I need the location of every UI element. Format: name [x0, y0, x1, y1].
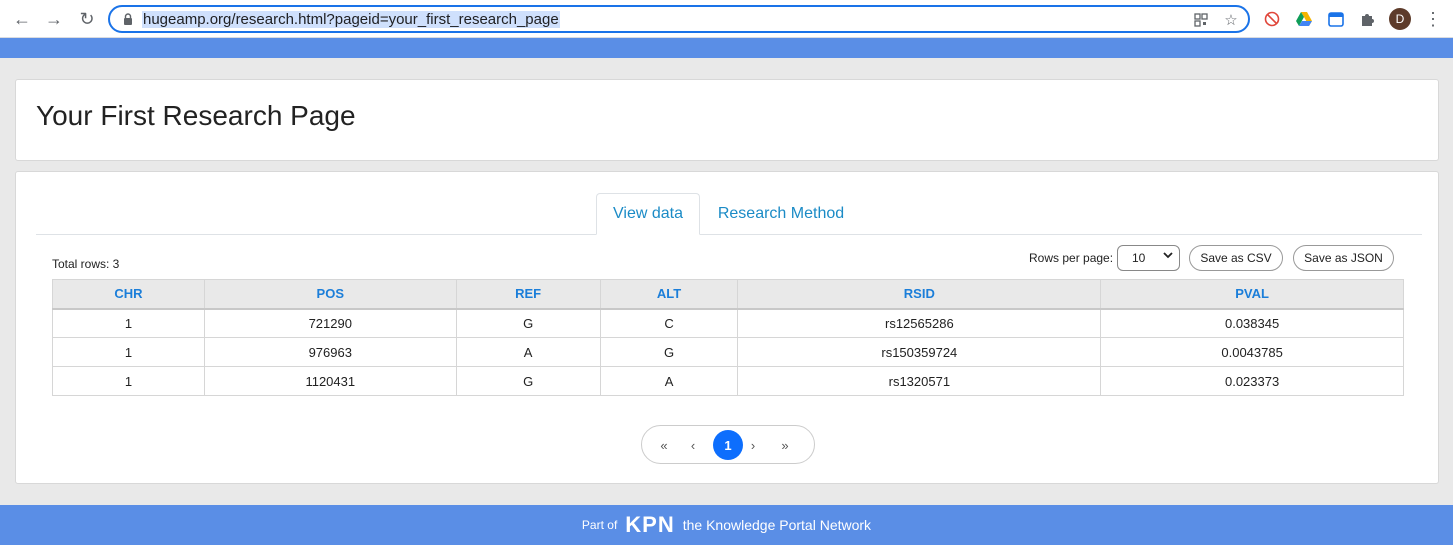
next-page-button[interactable]: ›	[741, 433, 765, 457]
data-table: CHR POS REF ALT RSID PVAL 1 721290 G C r…	[52, 279, 1404, 396]
cell-chr: 1	[52, 308, 205, 338]
cell-rsid: rs12565286	[737, 308, 1102, 338]
kpn-logo[interactable]: KPN	[625, 512, 674, 538]
footer-network-link[interactable]: the Knowledge Portal Network	[683, 517, 871, 533]
table-header-row: CHR POS REF ALT RSID PVAL	[52, 279, 1404, 310]
puzzle-extensions-icon[interactable]	[1358, 9, 1378, 29]
forward-arrow-icon[interactable]: →	[42, 7, 66, 31]
google-drive-icon[interactable]	[1294, 9, 1314, 29]
url-text[interactable]: hugeamp.org/research.html?pageid=your_fi…	[142, 11, 560, 28]
column-header-pval[interactable]: PVAL	[1100, 279, 1404, 310]
rows-per-page-value: 10	[1132, 251, 1146, 265]
tab-view-data[interactable]: View data	[596, 193, 700, 235]
address-bar[interactable]: hugeamp.org/research.html?pageid=your_fi…	[108, 5, 1250, 33]
table-row: 1 1120431 G A rs1320571 0.023373	[52, 366, 1404, 396]
rows-per-page-select[interactable]: 10	[1117, 245, 1180, 271]
top-brand-bar	[0, 38, 1453, 58]
cell-rsid: rs1320571	[737, 366, 1102, 396]
cell-ref: G	[455, 308, 601, 338]
column-header-pos[interactable]: POS	[203, 279, 457, 310]
lock-icon	[124, 13, 132, 25]
total-rows-label: Total rows: 3	[52, 257, 120, 271]
table-row: 1 721290 G C rs12565286 0.038345	[52, 308, 1404, 338]
cell-rsid: rs150359724	[737, 337, 1102, 367]
tab-research-method[interactable]: Research Method	[706, 193, 856, 235]
bookmark-star-icon[interactable]: ☆	[1222, 11, 1240, 29]
footer: Part of KPN the Knowledge Portal Network	[0, 505, 1453, 545]
column-header-alt[interactable]: ALT	[599, 279, 739, 310]
cell-pos: 721290	[203, 308, 457, 338]
table-row: 1 976963 A G rs150359724 0.0043785	[52, 337, 1404, 367]
cell-chr: 1	[52, 337, 205, 367]
save-json-button[interactable]: Save as JSON	[1293, 245, 1394, 271]
qr-code-icon[interactable]	[1192, 11, 1210, 29]
cell-alt: G	[599, 337, 739, 367]
cell-ref: A	[455, 337, 601, 367]
footer-part-of: Part of	[581, 518, 618, 532]
column-header-ref[interactable]: REF	[455, 279, 601, 310]
title-card: Your First Research Page	[15, 79, 1439, 161]
prev-page-button[interactable]: ‹	[681, 433, 705, 457]
browser-toolbar: ← → ↻ hugeamp.org/research.html?pageid=y…	[0, 0, 1453, 38]
pagination: « ‹ 1 › »	[641, 425, 815, 464]
last-page-button[interactable]: »	[773, 433, 797, 457]
save-csv-button[interactable]: Save as CSV	[1189, 245, 1283, 271]
page-title: Your First Research Page	[36, 100, 356, 131]
cell-pval: 0.023373	[1100, 366, 1404, 396]
browser-menu-icon[interactable]: ⋮	[1424, 8, 1442, 30]
cell-pos: 1120431	[203, 366, 457, 396]
cell-chr: 1	[52, 366, 205, 396]
column-header-chr[interactable]: CHR	[52, 279, 205, 310]
column-header-rsid[interactable]: RSID	[737, 279, 1102, 310]
chevron-down-icon	[1163, 250, 1173, 263]
extension-blocked-icon[interactable]	[1262, 9, 1282, 29]
cell-alt: A	[599, 366, 739, 396]
rows-per-page-label: Rows per page:	[1029, 251, 1114, 265]
cell-pval: 0.038345	[1100, 308, 1404, 338]
cell-alt: C	[599, 308, 739, 338]
profile-avatar[interactable]: D	[1389, 8, 1411, 30]
cell-pos: 976963	[203, 337, 457, 367]
first-page-button[interactable]: «	[652, 433, 676, 457]
page-1-button[interactable]: 1	[713, 430, 743, 460]
calendar-extension-icon[interactable]	[1326, 9, 1346, 29]
cell-ref: G	[455, 366, 601, 396]
reload-icon[interactable]: ↻	[75, 7, 99, 31]
cell-pval: 0.0043785	[1100, 337, 1404, 367]
data-card: View data Research Method Total rows: 3 …	[15, 171, 1439, 484]
back-arrow-icon[interactable]: ←	[10, 7, 34, 31]
